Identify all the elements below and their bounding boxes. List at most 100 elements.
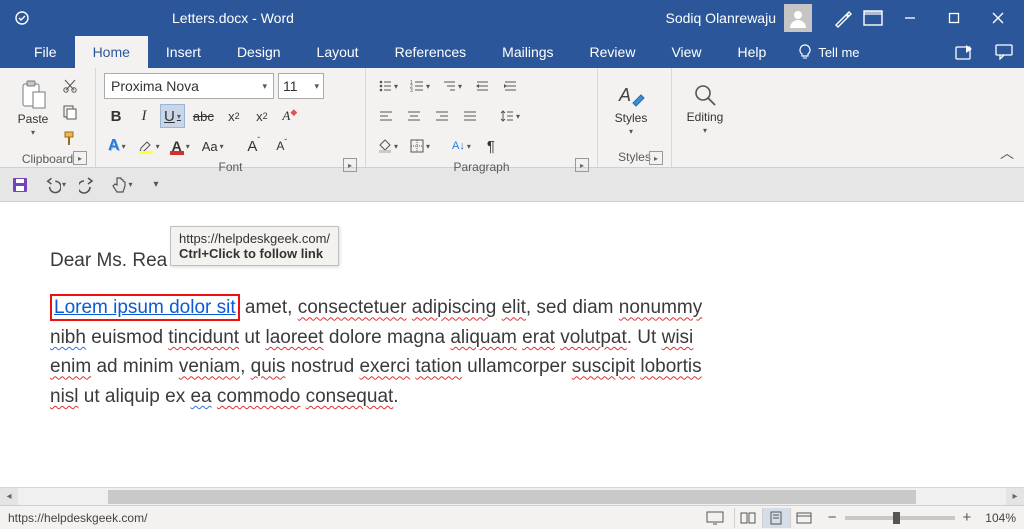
- bold-button[interactable]: B: [104, 104, 128, 128]
- group-label-paragraph: Paragraph: [453, 160, 509, 174]
- superscript-button[interactable]: x2: [250, 104, 274, 128]
- scroll-right-icon[interactable]: ▸: [1006, 488, 1024, 506]
- tab-design[interactable]: Design: [219, 36, 299, 68]
- grow-font-button[interactable]: Aˆ: [242, 134, 266, 158]
- editing-label: Editing: [687, 110, 724, 124]
- highlight-button[interactable]: [134, 134, 164, 158]
- zoom-level[interactable]: 104%: [985, 511, 1016, 525]
- font-size-combo[interactable]: 11▾: [278, 73, 324, 99]
- tab-home[interactable]: Home: [75, 36, 148, 68]
- maximize-button[interactable]: [932, 0, 976, 36]
- minimize-button[interactable]: [888, 0, 932, 36]
- paragraph-line-2: nibh euismod tincidunt ut laoreet dolore…: [50, 323, 974, 352]
- paragraph-dialog-icon[interactable]: ▸: [575, 158, 589, 172]
- view-buttons: [734, 508, 818, 528]
- touch-mode-button[interactable]: ▾: [110, 173, 134, 197]
- shading-button[interactable]: [374, 134, 402, 158]
- strikethrough-button[interactable]: abc: [189, 104, 218, 128]
- paragraph-line-4: nisl ut aliquip ex ea commodo consequat.: [50, 382, 974, 411]
- format-painter-button[interactable]: [58, 126, 82, 150]
- tab-references[interactable]: References: [377, 36, 485, 68]
- redo-button[interactable]: [76, 173, 100, 197]
- ribbon-display-icon[interactable]: [858, 0, 888, 36]
- zoom-in-button[interactable]: +: [963, 509, 972, 526]
- tell-me[interactable]: Tell me: [784, 36, 873, 68]
- customize-qat-button[interactable]: ▾: [144, 173, 168, 197]
- paragraph-line-1: Lorem ipsum dolor sit amet, consectetuer…: [50, 293, 974, 322]
- scroll-track[interactable]: [18, 488, 1006, 506]
- tab-mailings[interactable]: Mailings: [484, 36, 571, 68]
- line-spacing-button[interactable]: [496, 104, 524, 128]
- tab-file[interactable]: File: [16, 36, 75, 68]
- group-editing: Editing ▾: [672, 68, 742, 167]
- borders-button[interactable]: [406, 134, 434, 158]
- subscript-button[interactable]: x2: [222, 104, 246, 128]
- numbering-button[interactable]: 123: [406, 74, 434, 98]
- print-layout-button[interactable]: [762, 508, 790, 528]
- tab-insert[interactable]: Insert: [148, 36, 219, 68]
- zoom-out-button[interactable]: −: [828, 509, 837, 526]
- bullets-button[interactable]: [374, 74, 402, 98]
- show-marks-button[interactable]: ¶: [479, 134, 503, 158]
- svg-text:3: 3: [410, 88, 413, 93]
- hyperlink[interactable]: Lorem ipsum dolor sit: [54, 297, 236, 318]
- change-case-button[interactable]: Aa: [198, 134, 228, 158]
- underline-button[interactable]: U: [160, 104, 185, 128]
- align-left-button[interactable]: [374, 104, 398, 128]
- clipboard-dialog-icon[interactable]: ▸: [73, 151, 87, 165]
- tab-layout[interactable]: Layout: [299, 36, 377, 68]
- scroll-left-icon[interactable]: ◂: [0, 488, 18, 506]
- decrease-indent-button[interactable]: [470, 74, 494, 98]
- share-icon[interactable]: [944, 36, 984, 68]
- scroll-thumb[interactable]: [108, 490, 916, 504]
- user-name[interactable]: Sodiq Olanrewaju: [665, 10, 776, 26]
- display-settings-icon[interactable]: [706, 511, 724, 525]
- ribbon: Paste ▾ Clipboard▸ Proxima Nova▾ 11▾ B I…: [0, 68, 1024, 168]
- save-button[interactable]: [8, 173, 32, 197]
- styles-button[interactable]: A Styles ▾: [606, 72, 656, 144]
- paste-label: Paste: [18, 112, 49, 126]
- align-right-button[interactable]: [430, 104, 454, 128]
- font-dialog-icon[interactable]: ▸: [343, 158, 357, 172]
- align-center-button[interactable]: [402, 104, 426, 128]
- paste-button[interactable]: Paste ▾: [8, 72, 58, 144]
- comments-icon[interactable]: [984, 36, 1024, 68]
- italic-button[interactable]: I: [132, 104, 156, 128]
- title-bar: Letters.docx - Word Sodiq Olanrewaju: [0, 0, 1024, 36]
- drawing-pen-icon[interactable]: [828, 0, 858, 36]
- font-name-combo[interactable]: Proxima Nova▾: [104, 73, 274, 99]
- cut-button[interactable]: [58, 74, 82, 98]
- text-effects-button[interactable]: A: [104, 134, 130, 158]
- zoom-slider[interactable]: [845, 516, 955, 520]
- status-url: https://helpdeskgeek.com/: [8, 511, 147, 525]
- tab-view[interactable]: View: [653, 36, 719, 68]
- horizontal-scrollbar[interactable]: ◂ ▸: [0, 487, 1024, 505]
- document-area[interactable]: https://helpdeskgeek.com/ Ctrl+Click to …: [0, 202, 1024, 505]
- web-layout-button[interactable]: [790, 508, 818, 528]
- styles-dialog-icon[interactable]: ▸: [649, 151, 663, 165]
- multilevel-list-button[interactable]: [438, 74, 466, 98]
- close-button[interactable]: [976, 0, 1020, 36]
- undo-button[interactable]: ▾: [42, 173, 66, 197]
- zoom-control: − + 104%: [828, 509, 1016, 526]
- increase-indent-button[interactable]: [498, 74, 522, 98]
- copy-button[interactable]: [58, 100, 82, 124]
- clear-formatting-button[interactable]: A◆: [278, 104, 302, 128]
- user-avatar[interactable]: [784, 4, 812, 32]
- zoom-knob[interactable]: [893, 512, 900, 524]
- sort-button[interactable]: A↓: [448, 134, 475, 158]
- status-bar: https://helpdeskgeek.com/ − + 104%: [0, 505, 1024, 529]
- svg-text:A: A: [618, 85, 631, 105]
- tell-me-label: Tell me: [818, 45, 859, 60]
- font-color-button[interactable]: A: [168, 134, 194, 158]
- page: https://helpdeskgeek.com/ Ctrl+Click to …: [0, 202, 1024, 421]
- read-mode-button[interactable]: [734, 508, 762, 528]
- shrink-font-button[interactable]: Aˇ: [270, 134, 294, 158]
- justify-button[interactable]: [458, 104, 482, 128]
- autosave-icon[interactable]: [12, 8, 32, 28]
- editing-button[interactable]: Editing ▾: [680, 72, 730, 144]
- ribbon-tabs: File Home Insert Design Layout Reference…: [0, 36, 1024, 68]
- collapse-ribbon-icon[interactable]: ︿: [1000, 143, 1014, 163]
- tab-review[interactable]: Review: [572, 36, 654, 68]
- tab-help[interactable]: Help: [720, 36, 785, 68]
